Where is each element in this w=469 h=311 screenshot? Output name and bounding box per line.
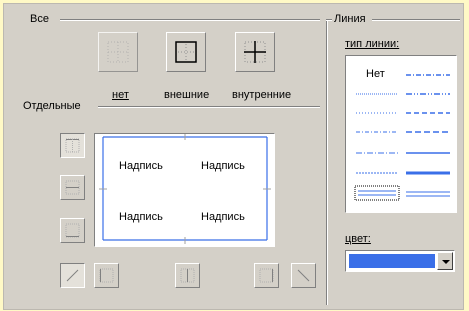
border-bottom-button[interactable] (60, 218, 85, 243)
line-style-list[interactable]: Нет (345, 55, 457, 213)
border-none-icon (104, 38, 132, 66)
preview-borders (99, 134, 271, 244)
border-top-button[interactable] (60, 133, 85, 158)
line-group-label: Линия (334, 13, 366, 25)
presets-group-label: Все (30, 13, 49, 25)
line-type-label: тип линии: (345, 38, 400, 50)
border-right-button[interactable] (254, 263, 279, 288)
preset-none-label: нет (112, 89, 129, 101)
border-right-icon (259, 268, 274, 283)
color-label: цвет: (345, 233, 371, 245)
line-style-samples (354, 74, 450, 201)
border-bottom-icon (65, 223, 80, 238)
border-diagonal-down-button[interactable] (291, 263, 316, 288)
dropdown-arrow-icon[interactable] (437, 252, 453, 270)
border-horizontal-icon (65, 180, 80, 195)
border-left-icon (99, 268, 114, 283)
preset-none-button[interactable] (98, 32, 138, 72)
border-top-icon (65, 138, 80, 153)
color-swatch (349, 254, 435, 268)
preview-label-3: Надпись (119, 211, 163, 223)
preset-outer-button[interactable] (166, 32, 206, 72)
color-dropdown[interactable] (345, 250, 455, 272)
diagonal-down-icon (297, 269, 310, 282)
border-preview[interactable]: Надпись Надпись Надпись Надпись (94, 133, 275, 247)
preview-label-2: Надпись (201, 160, 245, 172)
border-middle-horizontal-button[interactable] (60, 175, 85, 200)
preview-label-4: Надпись (201, 211, 245, 223)
border-middle-vertical-button[interactable] (175, 263, 200, 288)
diagonal-up-icon (66, 269, 79, 282)
individual-group-label: Отдельные (23, 100, 81, 112)
border-outside-icon (172, 38, 200, 66)
preset-inner-label: внутренние (232, 89, 292, 101)
presets-group-line (60, 19, 320, 21)
preview-label-1: Надпись (119, 160, 163, 172)
border-diagonal-up-button[interactable] (60, 263, 85, 288)
border-left-button[interactable] (94, 263, 119, 288)
border-vertical-icon (180, 268, 195, 283)
preset-outer-label: внешние (164, 89, 210, 101)
line-group-top-edge-right (372, 19, 460, 21)
line-group-top-edge (326, 19, 332, 21)
line-group-left-edge (326, 19, 328, 305)
individual-group-line (98, 106, 320, 108)
border-inside-icon (241, 38, 269, 66)
preset-inner-button[interactable] (235, 32, 275, 72)
